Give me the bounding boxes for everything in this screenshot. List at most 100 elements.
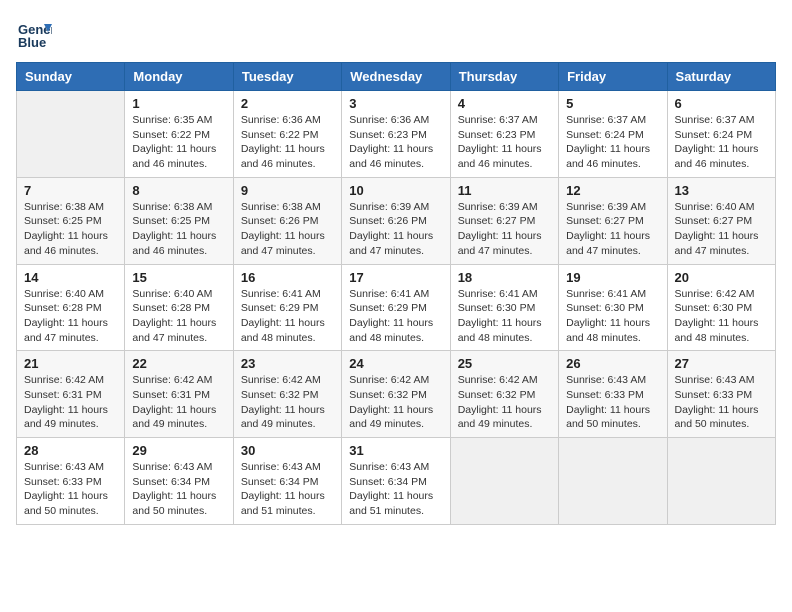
svg-text:Blue: Blue	[18, 35, 46, 50]
day-info: Sunrise: 6:40 AM Sunset: 6:28 PM Dayligh…	[24, 287, 117, 346]
week-row-5: 28 Sunrise: 6:43 AM Sunset: 6:33 PM Dayl…	[17, 438, 776, 525]
calendar-cell: 13 Sunrise: 6:40 AM Sunset: 6:27 PM Dayl…	[667, 177, 775, 264]
calendar-cell: 29 Sunrise: 6:43 AM Sunset: 6:34 PM Dayl…	[125, 438, 233, 525]
calendar-cell: 6 Sunrise: 6:37 AM Sunset: 6:24 PM Dayli…	[667, 91, 775, 178]
day-info: Sunrise: 6:42 AM Sunset: 6:32 PM Dayligh…	[349, 373, 442, 432]
week-row-3: 14 Sunrise: 6:40 AM Sunset: 6:28 PM Dayl…	[17, 264, 776, 351]
calendar-table: SundayMondayTuesdayWednesdayThursdayFrid…	[16, 62, 776, 525]
calendar-cell: 31 Sunrise: 6:43 AM Sunset: 6:34 PM Dayl…	[342, 438, 450, 525]
day-number: 6	[675, 96, 768, 111]
day-info: Sunrise: 6:37 AM Sunset: 6:24 PM Dayligh…	[675, 113, 768, 172]
day-info: Sunrise: 6:43 AM Sunset: 6:33 PM Dayligh…	[24, 460, 117, 519]
weekday-header-wednesday: Wednesday	[342, 63, 450, 91]
day-info: Sunrise: 6:43 AM Sunset: 6:34 PM Dayligh…	[349, 460, 442, 519]
day-info: Sunrise: 6:40 AM Sunset: 6:27 PM Dayligh…	[675, 200, 768, 259]
calendar-cell: 23 Sunrise: 6:42 AM Sunset: 6:32 PM Dayl…	[233, 351, 341, 438]
calendar-cell	[559, 438, 667, 525]
day-info: Sunrise: 6:36 AM Sunset: 6:23 PM Dayligh…	[349, 113, 442, 172]
page-header: General Blue	[16, 16, 776, 52]
day-info: Sunrise: 6:43 AM Sunset: 6:34 PM Dayligh…	[241, 460, 334, 519]
day-info: Sunrise: 6:37 AM Sunset: 6:24 PM Dayligh…	[566, 113, 659, 172]
day-info: Sunrise: 6:42 AM Sunset: 6:30 PM Dayligh…	[675, 287, 768, 346]
day-number: 26	[566, 356, 659, 371]
calendar-cell: 25 Sunrise: 6:42 AM Sunset: 6:32 PM Dayl…	[450, 351, 558, 438]
weekday-header-friday: Friday	[559, 63, 667, 91]
day-number: 25	[458, 356, 551, 371]
calendar-cell: 26 Sunrise: 6:43 AM Sunset: 6:33 PM Dayl…	[559, 351, 667, 438]
calendar-cell: 12 Sunrise: 6:39 AM Sunset: 6:27 PM Dayl…	[559, 177, 667, 264]
day-number: 10	[349, 183, 442, 198]
day-number: 31	[349, 443, 442, 458]
day-number: 1	[132, 96, 225, 111]
calendar-cell: 19 Sunrise: 6:41 AM Sunset: 6:30 PM Dayl…	[559, 264, 667, 351]
day-info: Sunrise: 6:43 AM Sunset: 6:33 PM Dayligh…	[566, 373, 659, 432]
day-number: 2	[241, 96, 334, 111]
day-info: Sunrise: 6:39 AM Sunset: 6:27 PM Dayligh…	[566, 200, 659, 259]
day-info: Sunrise: 6:38 AM Sunset: 6:25 PM Dayligh…	[132, 200, 225, 259]
day-number: 5	[566, 96, 659, 111]
day-info: Sunrise: 6:43 AM Sunset: 6:33 PM Dayligh…	[675, 373, 768, 432]
day-number: 20	[675, 270, 768, 285]
day-info: Sunrise: 6:42 AM Sunset: 6:32 PM Dayligh…	[458, 373, 551, 432]
day-info: Sunrise: 6:39 AM Sunset: 6:26 PM Dayligh…	[349, 200, 442, 259]
week-row-1: 1 Sunrise: 6:35 AM Sunset: 6:22 PM Dayli…	[17, 91, 776, 178]
weekday-header-tuesday: Tuesday	[233, 63, 341, 91]
calendar-cell: 20 Sunrise: 6:42 AM Sunset: 6:30 PM Dayl…	[667, 264, 775, 351]
day-number: 14	[24, 270, 117, 285]
day-number: 19	[566, 270, 659, 285]
day-info: Sunrise: 6:41 AM Sunset: 6:29 PM Dayligh…	[241, 287, 334, 346]
day-info: Sunrise: 6:41 AM Sunset: 6:30 PM Dayligh…	[566, 287, 659, 346]
weekday-header-sunday: Sunday	[17, 63, 125, 91]
day-number: 9	[241, 183, 334, 198]
calendar-cell	[450, 438, 558, 525]
day-number: 30	[241, 443, 334, 458]
day-number: 11	[458, 183, 551, 198]
day-number: 22	[132, 356, 225, 371]
day-info: Sunrise: 6:40 AM Sunset: 6:28 PM Dayligh…	[132, 287, 225, 346]
weekday-header-saturday: Saturday	[667, 63, 775, 91]
day-number: 27	[675, 356, 768, 371]
day-number: 13	[675, 183, 768, 198]
calendar-cell: 11 Sunrise: 6:39 AM Sunset: 6:27 PM Dayl…	[450, 177, 558, 264]
calendar-cell: 27 Sunrise: 6:43 AM Sunset: 6:33 PM Dayl…	[667, 351, 775, 438]
calendar-cell: 17 Sunrise: 6:41 AM Sunset: 6:29 PM Dayl…	[342, 264, 450, 351]
calendar-cell: 14 Sunrise: 6:40 AM Sunset: 6:28 PM Dayl…	[17, 264, 125, 351]
day-number: 17	[349, 270, 442, 285]
weekday-header-thursday: Thursday	[450, 63, 558, 91]
calendar-cell: 8 Sunrise: 6:38 AM Sunset: 6:25 PM Dayli…	[125, 177, 233, 264]
day-number: 15	[132, 270, 225, 285]
day-number: 21	[24, 356, 117, 371]
day-number: 8	[132, 183, 225, 198]
day-number: 12	[566, 183, 659, 198]
logo-icon: General Blue	[16, 16, 52, 52]
day-number: 24	[349, 356, 442, 371]
calendar-cell: 30 Sunrise: 6:43 AM Sunset: 6:34 PM Dayl…	[233, 438, 341, 525]
day-info: Sunrise: 6:37 AM Sunset: 6:23 PM Dayligh…	[458, 113, 551, 172]
day-info: Sunrise: 6:35 AM Sunset: 6:22 PM Dayligh…	[132, 113, 225, 172]
calendar-cell: 15 Sunrise: 6:40 AM Sunset: 6:28 PM Dayl…	[125, 264, 233, 351]
calendar-cell: 21 Sunrise: 6:42 AM Sunset: 6:31 PM Dayl…	[17, 351, 125, 438]
calendar-cell: 10 Sunrise: 6:39 AM Sunset: 6:26 PM Dayl…	[342, 177, 450, 264]
calendar-body: 1 Sunrise: 6:35 AM Sunset: 6:22 PM Dayli…	[17, 91, 776, 525]
day-number: 4	[458, 96, 551, 111]
day-info: Sunrise: 6:42 AM Sunset: 6:31 PM Dayligh…	[132, 373, 225, 432]
weekday-header-row: SundayMondayTuesdayWednesdayThursdayFrid…	[17, 63, 776, 91]
calendar-cell: 3 Sunrise: 6:36 AM Sunset: 6:23 PM Dayli…	[342, 91, 450, 178]
day-info: Sunrise: 6:41 AM Sunset: 6:29 PM Dayligh…	[349, 287, 442, 346]
week-row-4: 21 Sunrise: 6:42 AM Sunset: 6:31 PM Dayl…	[17, 351, 776, 438]
day-info: Sunrise: 6:38 AM Sunset: 6:25 PM Dayligh…	[24, 200, 117, 259]
day-number: 28	[24, 443, 117, 458]
day-number: 7	[24, 183, 117, 198]
calendar-cell: 4 Sunrise: 6:37 AM Sunset: 6:23 PM Dayli…	[450, 91, 558, 178]
day-number: 16	[241, 270, 334, 285]
week-row-2: 7 Sunrise: 6:38 AM Sunset: 6:25 PM Dayli…	[17, 177, 776, 264]
calendar-cell: 1 Sunrise: 6:35 AM Sunset: 6:22 PM Dayli…	[125, 91, 233, 178]
calendar-cell: 16 Sunrise: 6:41 AM Sunset: 6:29 PM Dayl…	[233, 264, 341, 351]
calendar-cell: 18 Sunrise: 6:41 AM Sunset: 6:30 PM Dayl…	[450, 264, 558, 351]
calendar-cell	[17, 91, 125, 178]
day-info: Sunrise: 6:41 AM Sunset: 6:30 PM Dayligh…	[458, 287, 551, 346]
day-number: 23	[241, 356, 334, 371]
calendar-cell: 22 Sunrise: 6:42 AM Sunset: 6:31 PM Dayl…	[125, 351, 233, 438]
day-info: Sunrise: 6:38 AM Sunset: 6:26 PM Dayligh…	[241, 200, 334, 259]
calendar-cell: 5 Sunrise: 6:37 AM Sunset: 6:24 PM Dayli…	[559, 91, 667, 178]
